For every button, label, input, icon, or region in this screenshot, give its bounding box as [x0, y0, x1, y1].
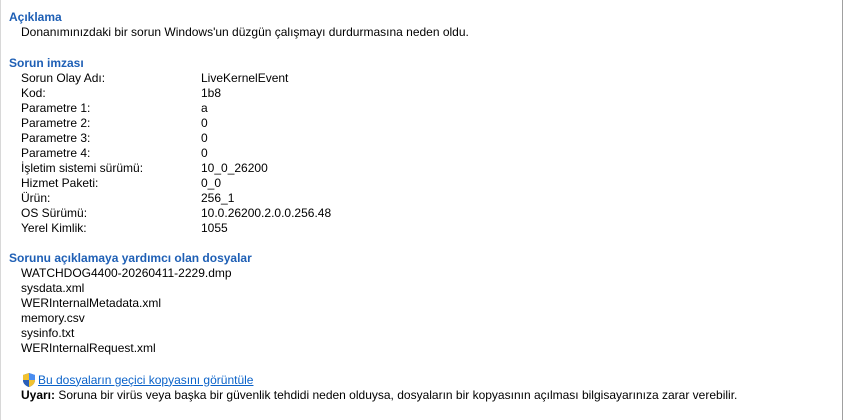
signature-value: a [201, 101, 208, 115]
warning-text-row: Uyarı: Soruna bir virüs veya başka bir g… [21, 388, 737, 402]
files-heading: Sorunu açıklamaya yardımcı olan dosyalar [9, 251, 252, 265]
description-text: Donanımınızdaki bir sorun Windows'un düz… [21, 25, 469, 39]
signature-label: Yerel Kimlik: [21, 221, 87, 235]
signature-value: 0 [201, 116, 208, 130]
signature-heading: Sorun imzası [9, 56, 84, 70]
file-list-item: sysdata.xml [21, 281, 85, 295]
signature-value: 0 [201, 131, 208, 145]
file-list-item: memory.csv [21, 311, 85, 325]
signature-value: 10_0_26200 [201, 161, 268, 175]
signature-label: Parametre 1: [21, 101, 91, 115]
signature-value: 1b8 [201, 86, 222, 100]
temp-copy-link-row[interactable]: Bu dosyaların geçici kopyasını görüntüle [21, 372, 253, 387]
signature-label: Kod: [21, 86, 46, 100]
file-list-item: WERInternalRequest.xml [21, 341, 156, 355]
signature-value: 0 [201, 146, 208, 160]
view-temp-copy-link[interactable]: Bu dosyaların geçici kopyasını görüntüle [38, 373, 253, 387]
signature-value: LiveKernelEvent [201, 71, 289, 85]
signature-value: 256_1 [201, 191, 235, 205]
signature-value: 0_0 [201, 176, 222, 190]
signature-label: İşletim sistemi sürümü: [21, 161, 144, 175]
warning-text: Soruna bir virüs veya başka bir güvenlik… [55, 388, 738, 402]
signature-label: Ürün: [21, 191, 51, 205]
signature-value: 10.0.26200.2.0.0.256.48 [201, 206, 332, 220]
file-list-item: sysinfo.txt [21, 326, 75, 340]
warning-prefix: Uyarı: [21, 388, 56, 402]
signature-label: Sorun Olay Adı: [21, 71, 106, 85]
file-list-item: WERInternalMetadata.xml [21, 296, 162, 310]
report-details-panel: Açıklama Donanımınızdaki bir sorun Windo… [0, 0, 843, 420]
signature-label: Parametre 3: [21, 131, 91, 145]
uac-shield-icon [21, 372, 37, 388]
signature-label: Hizmet Paketi: [21, 176, 99, 190]
signature-label: OS Sürümü: [21, 206, 88, 220]
signature-label: Parametre 4: [21, 146, 91, 160]
signature-value: 1055 [201, 221, 228, 235]
description-heading: Açıklama [9, 10, 62, 24]
file-list-item: WATCHDOG4400-20260411-2229.dmp [21, 266, 232, 280]
signature-label: Parametre 2: [21, 116, 91, 130]
